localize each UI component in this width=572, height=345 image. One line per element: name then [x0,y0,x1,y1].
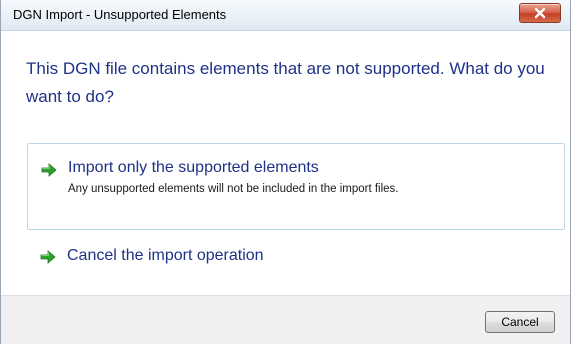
import-supported-option[interactable]: Import only the supported elements Any u… [27,143,565,230]
option-description: Any unsupported elements will not be inc… [68,183,399,195]
title-bar[interactable]: DGN Import - Unsupported Elements [1,0,570,31]
cancel-button[interactable]: Cancel [485,311,555,333]
close-button[interactable] [519,3,561,23]
option-title: Import only the supported elements [68,159,319,176]
window-title: DGN Import - Unsupported Elements [13,7,227,22]
green-arrow-icon [40,250,56,264]
option-title: Cancel the import operation [67,247,264,264]
main-instruction: This DGN file contains elements that are… [26,59,545,106]
dgn-import-dialog: DGN Import - Unsupported Elements This D… [0,0,571,344]
dialog-footer: Cancel [1,295,570,344]
cancel-import-option[interactable]: Cancel the import operation [27,239,565,279]
close-icon [534,7,546,19]
green-arrow-icon [41,163,57,177]
